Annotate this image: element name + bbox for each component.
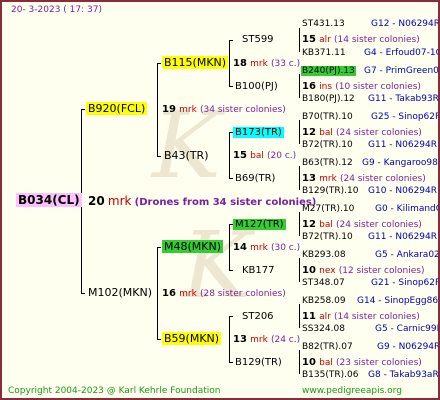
connector-line bbox=[229, 270, 233, 271]
connector-line bbox=[229, 316, 230, 362]
timestamp-header: 20- 3-2023 ( 17: 37) bbox=[11, 5, 102, 15]
gen4-lineage-ref: G0 - KilimandQ bbox=[375, 204, 440, 214]
gen3-queen[interactable]: ST599 bbox=[240, 33, 276, 46]
gen4-lineage-ref: G9 - N06294R bbox=[377, 342, 440, 352]
gen3-drone-info: 11 alr (14 sister colonies) bbox=[302, 311, 420, 322]
gen4-lineage-ref: G10 - N06294R bbox=[368, 186, 438, 196]
gen4-lineage-ref: G12 - N06294R bbox=[371, 19, 440, 29]
root-drone-info: 20 mrk (Drones from 34 sister colonies) bbox=[88, 194, 317, 209]
gen4-queen[interactable]: KB293.08 bbox=[302, 249, 346, 262]
connector-line bbox=[157, 247, 158, 339]
gen2-drone-info: 18 mrk (33 c.) bbox=[233, 58, 301, 69]
gen4-queen[interactable]: B82(TR).07 bbox=[302, 341, 353, 354]
gen4-queen[interactable]: M27(TR).10 bbox=[302, 203, 354, 216]
gen3-queen[interactable]: B69(TR) bbox=[233, 172, 277, 185]
connector-line bbox=[157, 247, 161, 248]
connector-line bbox=[299, 212, 300, 236]
connector-line bbox=[299, 74, 300, 98]
root-queen-label: B034(CL) bbox=[16, 193, 82, 207]
connector-line bbox=[299, 258, 300, 282]
connector-line bbox=[299, 28, 300, 52]
gen4-queen[interactable]: KB371.11 bbox=[302, 47, 346, 60]
connector-line bbox=[229, 40, 230, 86]
connector-line bbox=[299, 120, 300, 144]
gen4-lineage-ref: G21 - Sinop62R bbox=[371, 278, 440, 288]
website-footer: www.pedigreeapis.org bbox=[302, 386, 402, 396]
gen4-lineage-ref: G9 - Kangaroo98R bbox=[362, 158, 440, 168]
gen3-queen[interactable]: KB177 bbox=[240, 264, 277, 277]
gen4-lineage-ref: G4 - Erfoud07-1Q bbox=[364, 48, 440, 58]
gen2-drone-info: 15 bal (20 c.) bbox=[233, 150, 297, 161]
gen2-queen[interactable]: B43(TR) bbox=[162, 149, 211, 162]
gen4-queen[interactable]: B135(TR).06 bbox=[302, 369, 358, 382]
gen4-queen[interactable]: B63(TR).12 bbox=[302, 157, 353, 170]
connector-line bbox=[157, 156, 161, 157]
connector-line bbox=[229, 316, 233, 317]
gen2-queen[interactable]: B59(MKN) bbox=[162, 332, 222, 345]
connector-line bbox=[229, 132, 230, 178]
connector-line bbox=[81, 109, 85, 110]
gen4-queen[interactable]: B180(PJ).12 bbox=[302, 93, 355, 106]
gen4-lineage-ref: G11 - Takab93R bbox=[368, 94, 439, 104]
gen4-queen[interactable]: ST348.07 bbox=[302, 277, 345, 290]
gen4-queen[interactable]: B129(TR).10 bbox=[302, 185, 358, 198]
gen3-queen[interactable]: B100(PJ) bbox=[233, 80, 280, 93]
gen3-queen[interactable]: M127(TR) bbox=[233, 218, 286, 231]
gen4-lineage-ref: G5 - Ankara02Q bbox=[375, 250, 440, 260]
connector-line bbox=[299, 350, 300, 374]
gen4-lineage-ref: G5 - Carnic99R bbox=[375, 324, 440, 334]
gen3-drone-info: 12 bal (24 sister colonies) bbox=[302, 219, 422, 230]
connector-line bbox=[157, 339, 161, 340]
gen2-queen[interactable]: B115(MKN) bbox=[162, 56, 229, 69]
gen3-queen[interactable]: ST206 bbox=[240, 310, 276, 323]
connector-line bbox=[229, 40, 233, 41]
gen2-queen[interactable]: M48(MKN) bbox=[162, 240, 224, 253]
copyright-footer: Copyright 2004-2023 @ Karl Kehrle Founda… bbox=[8, 386, 221, 396]
gen3-drone-info: 10 bal (23 sister colonies) bbox=[302, 357, 422, 368]
gen4-queen[interactable]: KB258.09 bbox=[302, 295, 346, 308]
connector-line bbox=[229, 224, 230, 270]
gen3-drone-info: 12 bal (24 sister colonies) bbox=[302, 127, 422, 138]
gen1-drone-info: 19 mrk (34 sister colonies) bbox=[162, 104, 286, 115]
gen1-queen[interactable]: M102(MKN) bbox=[86, 286, 154, 299]
gen1-queen[interactable]: B920(FCL) bbox=[86, 102, 148, 115]
gen3-queen[interactable]: B173(TR) bbox=[233, 126, 284, 139]
gen4-lineage-ref: G7 - PrimGreen00 bbox=[364, 66, 440, 76]
gen4-queen[interactable]: SS324.08 bbox=[302, 323, 345, 336]
gen4-queen[interactable]: B70(TR).10 bbox=[302, 111, 353, 124]
gen4-lineage-ref: G25 - Sinop62R bbox=[371, 112, 440, 122]
root-queen[interactable]: B034(CL) bbox=[16, 193, 82, 207]
gen3-drone-info: 13 mrk (24 sister colonies) bbox=[302, 173, 426, 184]
gen3-drone-info: 10 nex (12 sister colonies) bbox=[302, 265, 425, 276]
connector-line bbox=[81, 293, 85, 294]
pedigree-chart: K K 20- 3-2023 ( 17: 37) Copyright 2004-… bbox=[0, 0, 440, 400]
gen4-lineage-ref: G14 - SinopEgg86R bbox=[357, 296, 440, 306]
connector-line bbox=[157, 63, 158, 156]
gen2-drone-info: 14 mrk (30 c.) bbox=[233, 242, 301, 253]
gen2-drone-info: 13 mrk (24 c.) bbox=[233, 334, 301, 345]
gen3-drone-info: 16 ins (10 sister colonies) bbox=[302, 81, 421, 92]
gen4-queen[interactable]: B240(PJ).13 bbox=[301, 65, 356, 78]
gen4-lineage-ref: G11 - N06294R bbox=[368, 232, 438, 242]
connector-line bbox=[299, 166, 300, 190]
gen3-drone-info: 15 alr (14 sister colonies) bbox=[302, 34, 420, 45]
connector-line bbox=[299, 304, 300, 328]
gen3-queen[interactable]: B129(TR) bbox=[233, 356, 284, 369]
gen4-lineage-ref: G8 - Takab93aR bbox=[368, 370, 439, 380]
gen4-queen[interactable]: B72(TR).10 bbox=[302, 139, 353, 152]
gen4-queen[interactable]: ST431.13 bbox=[302, 18, 345, 31]
gen4-lineage-ref: G11 - N06294R bbox=[368, 140, 438, 150]
connector-line bbox=[157, 63, 161, 64]
gen1-drone-info: 16 mrk (28 sister colonies) bbox=[162, 288, 286, 299]
gen4-queen[interactable]: B72(TR).10 bbox=[302, 231, 353, 244]
